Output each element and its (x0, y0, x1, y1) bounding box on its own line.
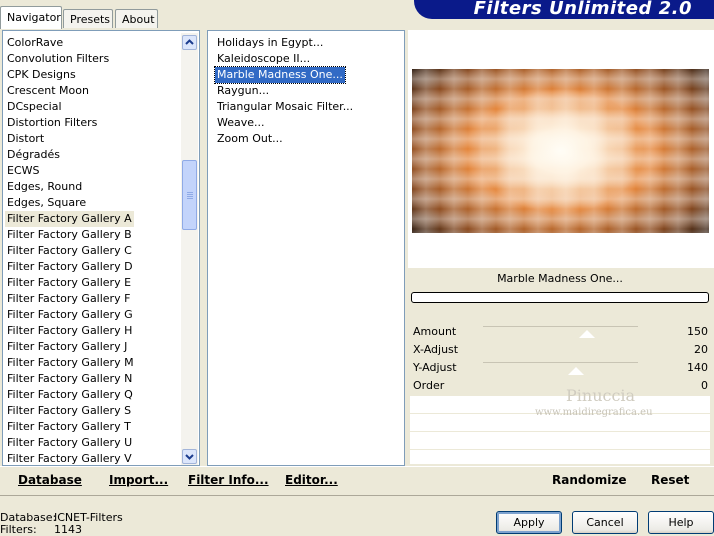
filter-item[interactable]: Holidays in Egypt... (215, 35, 325, 51)
category-item[interactable]: DCspecial (5, 99, 64, 115)
scroll-up-button[interactable] (182, 35, 197, 50)
editor-button[interactable]: Editor... (285, 473, 338, 487)
import-button[interactable]: Import... (109, 473, 168, 487)
category-scrollbar[interactable] (181, 33, 198, 465)
scroll-thumb[interactable] (182, 160, 197, 230)
randomize-button[interactable]: Randomize (552, 473, 626, 487)
slider-track[interactable] (483, 362, 638, 363)
category-item[interactable]: Dégradés (5, 147, 62, 163)
tab-navigator[interactable]: Navigator (0, 6, 62, 29)
category-item[interactable]: Filter Factory Gallery B (5, 227, 134, 243)
database-button[interactable]: Database (18, 473, 82, 487)
scroll-down-button[interactable] (182, 449, 197, 464)
param-row[interactable]: Order 0 (410, 377, 710, 395)
help-button[interactable]: Help (648, 511, 714, 534)
param-row[interactable]: X-Adjust 20 (410, 341, 710, 359)
category-item[interactable]: ECWS (5, 163, 42, 179)
category-item[interactable]: Filter Factory Gallery C (5, 243, 134, 259)
tab-presets[interactable]: Presets (63, 9, 113, 28)
category-item[interactable]: Filter Factory Gallery H (5, 323, 134, 339)
filter-item[interactable]: Kaleidoscope II... (215, 51, 312, 67)
category-item[interactable]: Filter Factory Gallery T (5, 419, 133, 435)
category-item[interactable]: Filter Factory Gallery S (5, 403, 133, 419)
param-value[interactable]: 20 (694, 341, 708, 359)
empty-param-row (410, 432, 710, 449)
filter-item[interactable]: Marble Madness One... (214, 66, 346, 84)
category-item[interactable]: Crescent Moon (5, 83, 91, 99)
filters-value: 1143 (54, 523, 82, 536)
category-item[interactable]: Filter Factory Gallery M (5, 355, 136, 371)
slider-knob[interactable] (579, 330, 595, 338)
preview-image (412, 69, 709, 233)
current-filter-name: Marble Madness One... (497, 272, 623, 285)
tab-about[interactable]: About (115, 9, 158, 28)
category-item[interactable]: Filter Factory Gallery Q (5, 387, 135, 403)
param-value[interactable]: 140 (687, 359, 708, 377)
param-label: Order (413, 379, 445, 392)
header-banner: Filters Unlimited 2.0 (414, 0, 714, 19)
category-item[interactable]: Filter Factory Gallery E (5, 275, 133, 291)
watermark-name: Pinuccia (566, 386, 636, 405)
reset-button[interactable]: Reset (651, 473, 689, 487)
category-item[interactable]: Filter Factory Gallery N (5, 371, 134, 387)
category-item[interactable]: CPK Designs (5, 67, 78, 83)
category-item[interactable]: Filter Factory Gallery G (5, 307, 135, 323)
watermark-site: www.maidiregrafica.eu (535, 407, 653, 418)
filter-item[interactable]: Zoom Out... (215, 131, 285, 147)
chevron-up-icon (185, 39, 194, 45)
category-item[interactable]: Convolution Filters (5, 51, 111, 67)
chevron-down-icon (185, 454, 194, 460)
param-value[interactable]: 150 (687, 323, 708, 341)
category-item[interactable]: Distortion Filters (5, 115, 99, 131)
progress-bar (411, 292, 709, 303)
filters-label: Filters: (0, 523, 37, 536)
param-label: Y-Adjust (413, 361, 457, 374)
category-item[interactable]: Edges, Round (5, 179, 84, 195)
category-item[interactable]: Filter Factory Gallery V (5, 451, 134, 467)
category-item[interactable]: Filter Factory Gallery A (5, 211, 134, 227)
filter-item[interactable]: Raygun... (215, 83, 271, 99)
apply-button[interactable]: Apply (496, 511, 562, 534)
filter-item[interactable]: Weave... (215, 115, 267, 131)
cancel-button[interactable]: Cancel (572, 511, 638, 534)
empty-param-row (410, 450, 710, 464)
param-label: X-Adjust (413, 343, 459, 356)
param-value[interactable]: 0 (701, 377, 708, 395)
category-item[interactable]: Edges, Square (5, 195, 88, 211)
category-item[interactable]: Filter Factory Gallery D (5, 259, 135, 275)
param-label: Amount (413, 325, 457, 338)
category-item[interactable]: Filter Factory Gallery F (5, 291, 132, 307)
category-item[interactable]: ColorRave (5, 35, 65, 51)
category-item[interactable]: Filter Factory Gallery J (5, 339, 129, 355)
app-title: Filters Unlimited 2.0 (473, 0, 692, 19)
filter-item[interactable]: Triangular Mosaic Filter... (215, 99, 355, 115)
filter-info-button[interactable]: Filter Info... (188, 473, 269, 487)
category-item[interactable]: Distort (5, 131, 46, 147)
category-item[interactable]: Filter Factory Gallery U (5, 435, 134, 451)
slider-track[interactable] (483, 326, 638, 327)
slider-knob[interactable] (568, 367, 584, 375)
